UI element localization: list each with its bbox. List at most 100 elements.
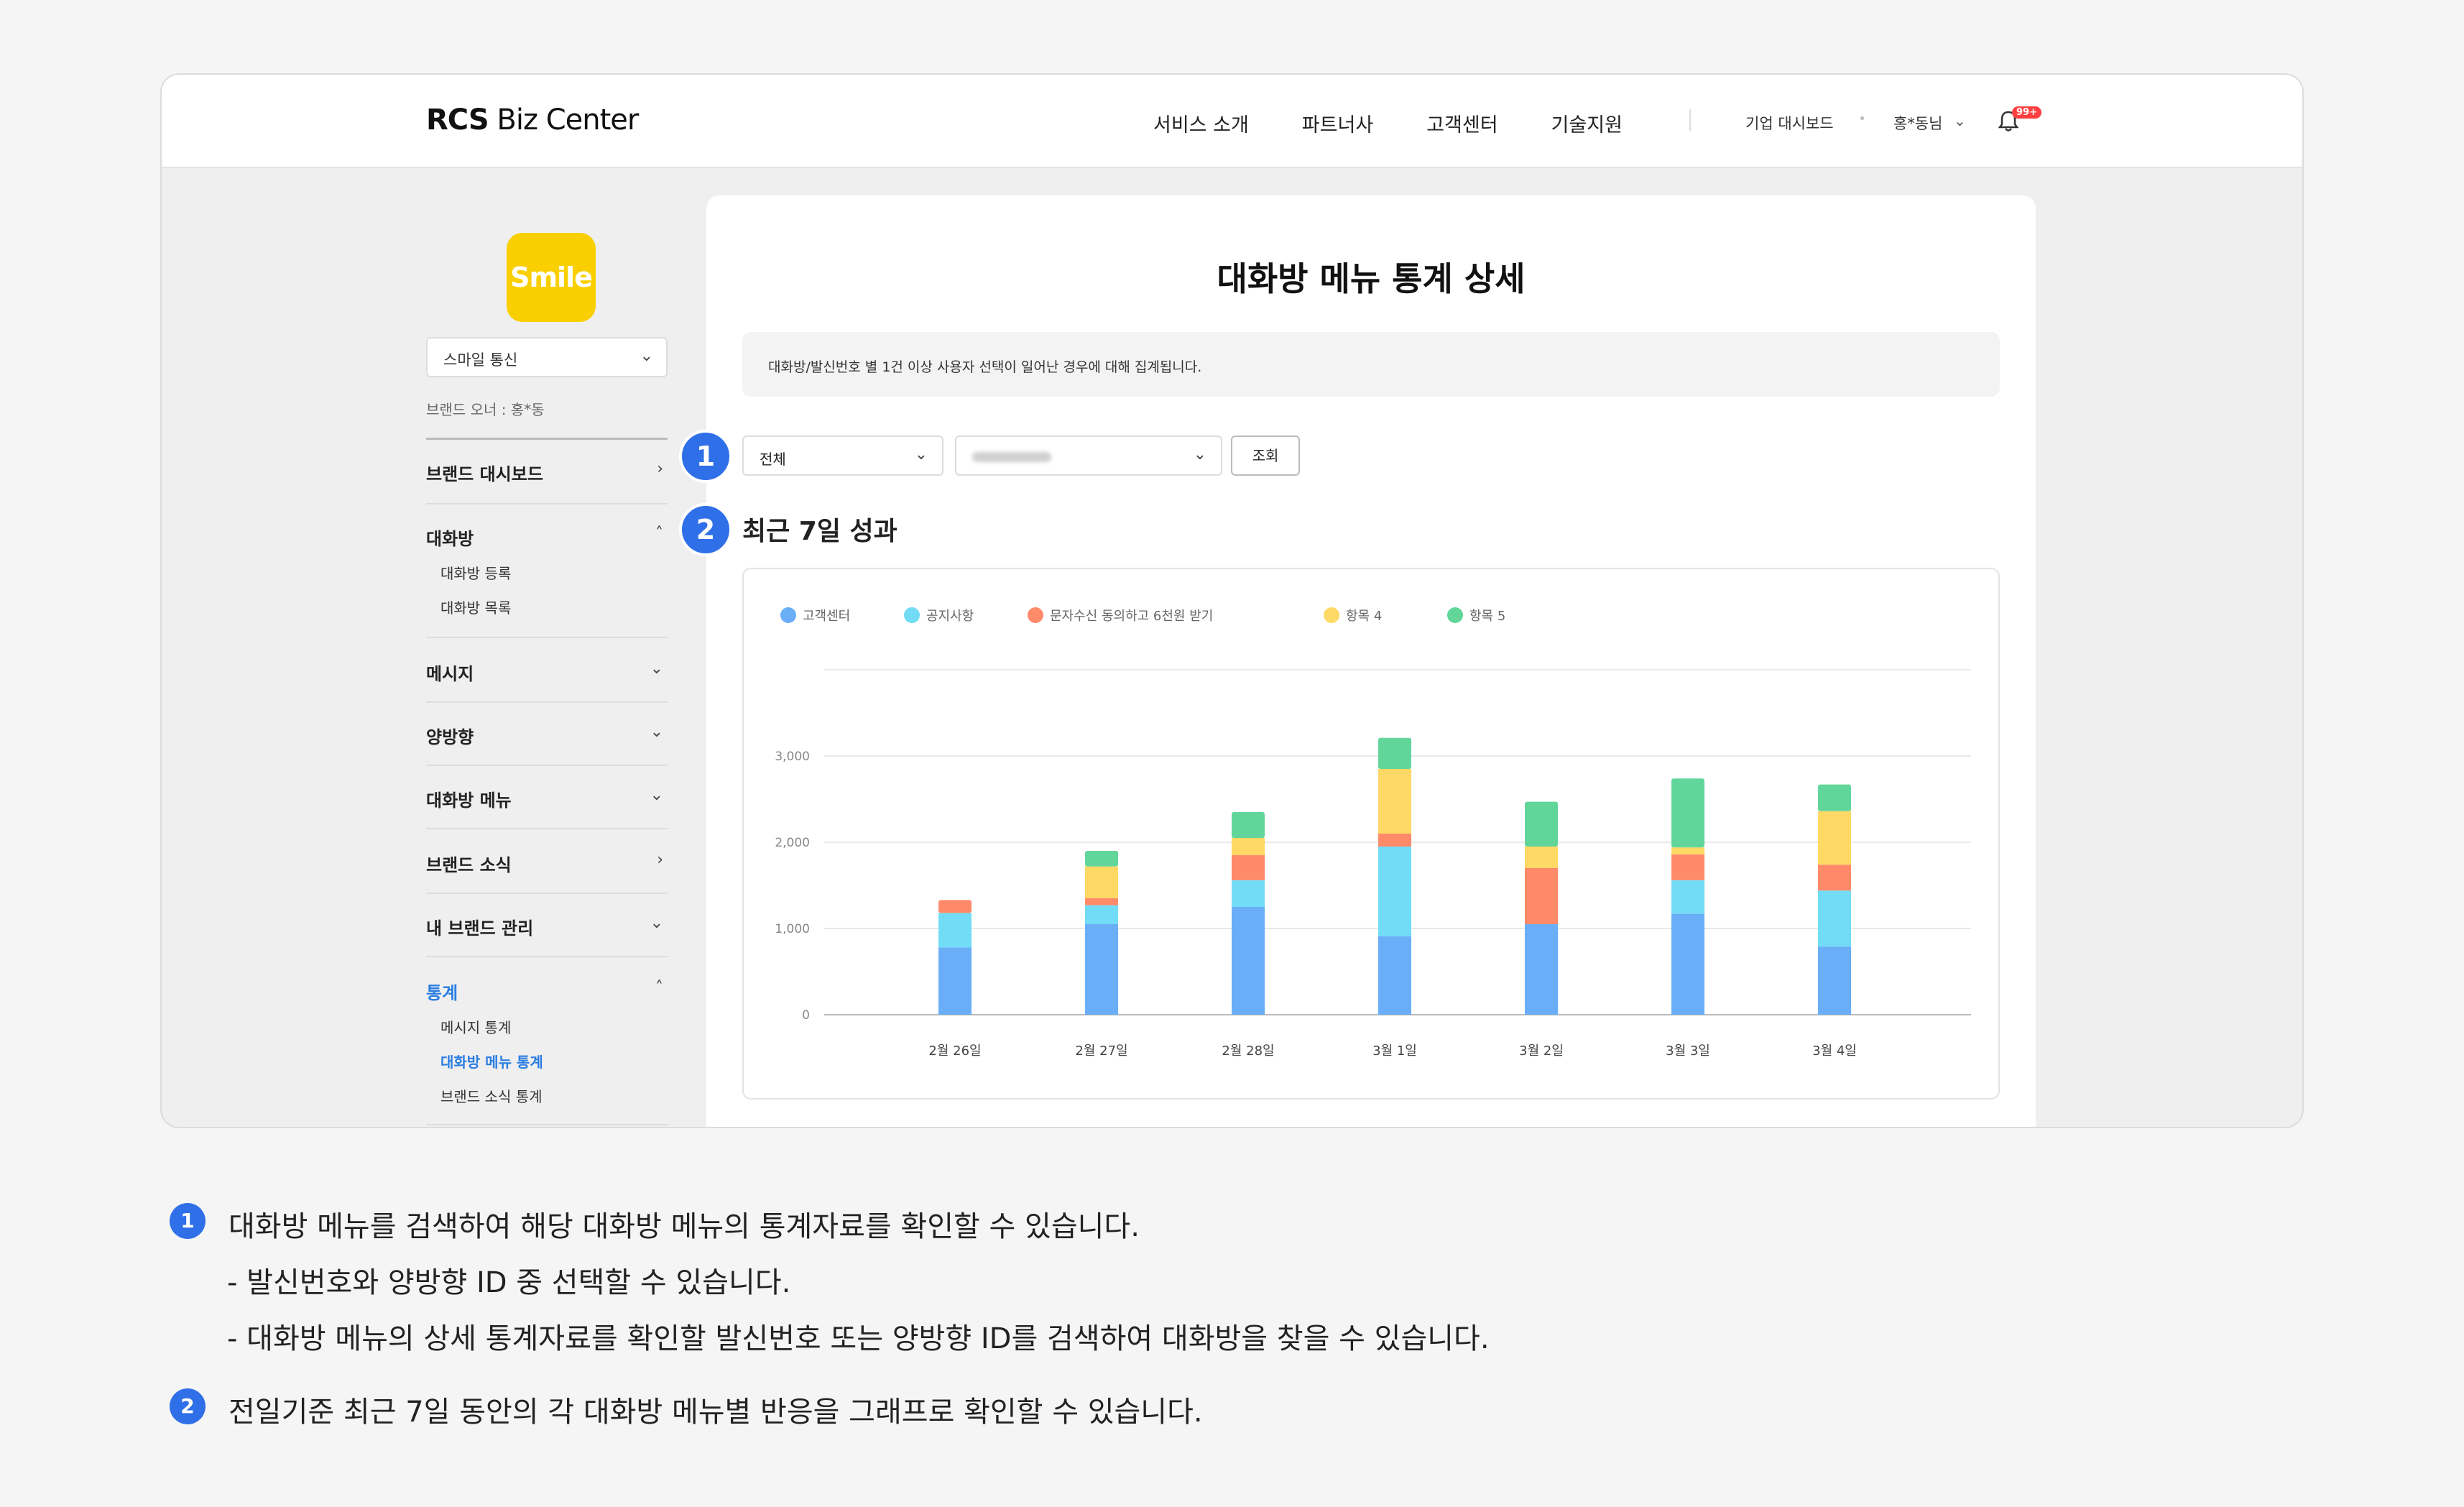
sidebar-subitem-chatroom-register[interactable]: 대화방 등록 bbox=[440, 562, 511, 583]
page-title: 대화방 메뉴 통계 상세 bbox=[1217, 259, 1526, 298]
sidebar-subitem-stats-brand-news[interactable]: 브랜드 소식 통계 bbox=[440, 1085, 543, 1106]
bar-segment bbox=[1525, 847, 1558, 868]
sidebar-item-brand-news[interactable]: 브랜드 소식 › bbox=[426, 851, 668, 876]
bar-segment bbox=[1525, 924, 1558, 1015]
bar-segment bbox=[938, 913, 972, 948]
bar-segment bbox=[1085, 851, 1118, 867]
x-tick-label: 3월 1일 bbox=[1372, 1043, 1417, 1059]
legend-label-5: 항목 5 bbox=[1469, 609, 1505, 624]
chevron-up-icon: ˄ bbox=[655, 979, 663, 997]
sender-number-select[interactable]: ⌄ bbox=[955, 435, 1222, 476]
sidebar-item-my-brand[interactable]: 내 브랜드 관리 ⌄ bbox=[426, 914, 668, 939]
main-content: 대화방 메뉴 통계 상세 대화방/발신번호 별 1건 이상 사용자 선택이 일어… bbox=[706, 195, 2036, 1127]
legend-label-1: 고객센터 bbox=[803, 609, 850, 624]
chart-container: 고객센터 공지사항 문자수신 동의하고 6천원 받기 항목 4 항목 5 0 1,000 2,… bbox=[742, 568, 2000, 1100]
nav-customer-center[interactable]: 고객센터 bbox=[1426, 109, 1498, 137]
bar-segment bbox=[1671, 913, 1704, 1015]
sidebar-item-brand-dashboard[interactable]: 브랜드 대시보드 › bbox=[426, 460, 668, 485]
x-tick-label: 2월 26일 bbox=[928, 1043, 981, 1059]
site-logo[interactable]: RCS Biz Center bbox=[426, 103, 639, 137]
divider bbox=[426, 637, 668, 638]
brand-select[interactable]: 스마일 통신 ⌄ bbox=[426, 337, 668, 377]
bar-segment bbox=[1232, 838, 1265, 855]
legend-swatch-1 bbox=[780, 607, 796, 623]
brand-owner: 브랜드 오너 : 홍*동 bbox=[426, 401, 545, 418]
x-tick-label: 3월 4일 bbox=[1812, 1043, 1857, 1059]
top-navigation-bar: RCS Biz Center 서비스 소개 파트너사 고객센터 기술지원 기업 … bbox=[162, 75, 2302, 168]
chevron-right-icon: › bbox=[657, 851, 663, 869]
user-menu[interactable]: 홍*동님 bbox=[1893, 112, 1942, 134]
bar-segment bbox=[1671, 854, 1704, 880]
chevron-down-icon: ⌄ bbox=[650, 723, 663, 741]
description-1: 대화방 메뉴를 검색하여 해당 대화방 메뉴의 통계자료를 확인할 수 있습니다… bbox=[229, 1210, 1140, 1243]
bar-segment bbox=[1378, 936, 1411, 1015]
section-title: 최근 7일 성과 bbox=[742, 517, 898, 546]
description-number-1: 1 bbox=[170, 1203, 206, 1239]
sidebar-item-two-way[interactable]: 양방향 ⌄ bbox=[426, 723, 668, 748]
divider bbox=[426, 893, 668, 894]
y-tick-label: 0 bbox=[802, 1008, 810, 1023]
filter-type-value: 전체 bbox=[760, 451, 786, 468]
nav-service-intro[interactable]: 서비스 소개 bbox=[1153, 109, 1249, 137]
bar-segment bbox=[1378, 834, 1411, 847]
chevron-down-icon: ⌄ bbox=[914, 446, 928, 464]
filter-type-select[interactable]: 전체 ⌄ bbox=[742, 435, 943, 476]
description-1b: - 대화방 메뉴의 상세 통계자료를 확인할 발신번호 또는 양방향 ID를 검… bbox=[227, 1322, 1490, 1355]
bar-segment bbox=[1232, 812, 1265, 838]
bar-segment bbox=[1232, 855, 1265, 880]
callout-1: 1 bbox=[679, 430, 732, 483]
y-tick-label: 3,000 bbox=[775, 750, 810, 764]
bar-segment bbox=[1525, 868, 1558, 924]
nav-tech-support[interactable]: 기술지원 bbox=[1551, 109, 1623, 137]
description-2: 전일기준 최근 7일 동안의 각 대화방 메뉴별 반응을 그래프로 확인할 수 … bbox=[229, 1396, 1203, 1429]
divider bbox=[426, 956, 668, 957]
sidebar-item-chatroom-menu[interactable]: 대화방 메뉴 ⌄ bbox=[426, 786, 668, 811]
brand-logo: Smile bbox=[507, 233, 596, 322]
sidebar-subitem-stats-chatroom-menu[interactable]: 대화방 메뉴 통계 bbox=[440, 1051, 543, 1072]
description-1a: - 발신번호와 양방향 ID 중 선택할 수 있습니다. bbox=[227, 1266, 791, 1299]
bar-segment bbox=[1085, 866, 1118, 898]
bar-segment bbox=[1818, 890, 1851, 947]
chevron-up-icon: ˄ bbox=[655, 525, 663, 543]
sidebar: Smile 스마일 통신 ⌄ 브랜드 오너 : 홍*동 브랜드 대시보드 › 대화… bbox=[426, 168, 670, 1127]
nav-partners[interactable]: 파트너사 bbox=[1302, 109, 1373, 137]
chevron-down-icon: ⌄ bbox=[650, 786, 663, 804]
chevron-down-icon: ⌄ bbox=[1193, 446, 1206, 464]
notice-box: 대화방/발신번호 별 1건 이상 사용자 선택이 일어난 경우에 대해 집계됩니… bbox=[742, 332, 2000, 397]
bar-segment bbox=[1085, 898, 1118, 905]
sidebar-item-stats[interactable]: 통계 ˄ bbox=[426, 979, 668, 1004]
bar-segment bbox=[1232, 907, 1265, 1015]
sidebar-subitem-stats-message[interactable]: 메시지 통계 bbox=[440, 1016, 511, 1037]
bar-segment bbox=[1671, 847, 1704, 854]
sidebar-subitem-chatroom-list[interactable]: 대화방 목록 bbox=[440, 596, 511, 617]
blurred-value bbox=[972, 452, 1051, 462]
bar-segment bbox=[938, 947, 972, 1015]
bar-segment bbox=[1671, 880, 1704, 914]
legend-label-3: 문자수신 동의하고 6천원 받기 bbox=[1050, 609, 1213, 624]
bar-segment bbox=[1232, 880, 1265, 907]
bar-segment bbox=[1378, 769, 1411, 834]
divider bbox=[426, 828, 668, 829]
chevron-down-icon: ⌄ bbox=[650, 660, 663, 678]
divider bbox=[426, 765, 668, 766]
sidebar-item-chatroom[interactable]: 대화방 ˄ bbox=[426, 525, 668, 550]
bar-segment bbox=[1818, 946, 1851, 1015]
chevron-down-icon: ⌄ bbox=[640, 347, 653, 365]
corp-dashboard-link[interactable]: 기업 대시보드 bbox=[1745, 112, 1834, 134]
bar-segment bbox=[1378, 737, 1411, 769]
x-tick-label: 3월 3일 bbox=[1666, 1043, 1710, 1059]
legend-swatch-2 bbox=[904, 607, 920, 623]
x-tick-label: 3월 2일 bbox=[1519, 1043, 1564, 1059]
chevron-right-icon: › bbox=[657, 460, 663, 478]
bar-segment bbox=[1818, 865, 1851, 891]
bar-segment bbox=[1818, 811, 1851, 865]
bar-segment bbox=[1378, 847, 1411, 936]
bar-segment bbox=[1525, 801, 1558, 847]
sidebar-item-message[interactable]: 메시지 ⌄ bbox=[426, 660, 668, 685]
search-button[interactable]: 조회 bbox=[1231, 435, 1300, 476]
divider bbox=[426, 503, 668, 504]
divider bbox=[426, 1124, 668, 1125]
chevron-down-icon[interactable]: ⌄ bbox=[1954, 112, 1966, 129]
x-tick-label: 2월 28일 bbox=[1222, 1043, 1274, 1059]
legend-swatch-3 bbox=[1028, 607, 1043, 623]
